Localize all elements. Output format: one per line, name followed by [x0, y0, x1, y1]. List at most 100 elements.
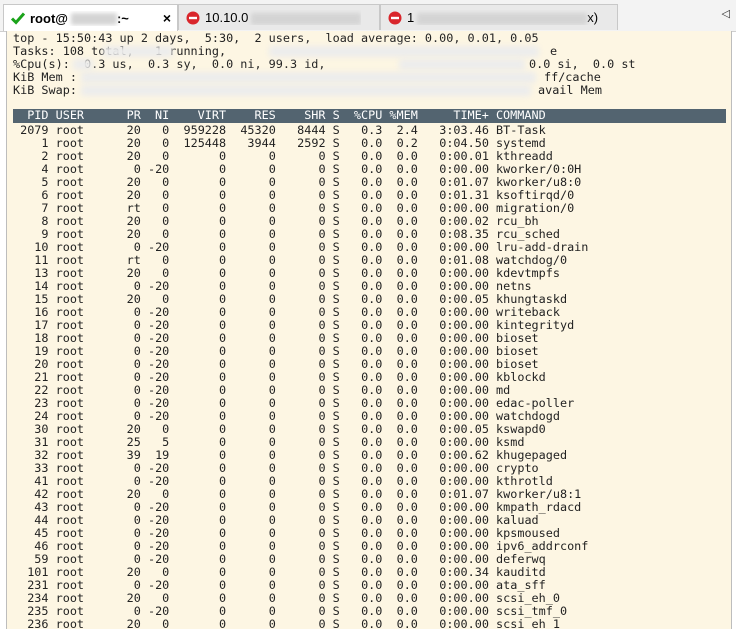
tab-scroll-left-icon[interactable]: ◁ [722, 7, 730, 20]
process-pid: 30 [13, 422, 49, 436]
process-cpu: 0.0 [339, 448, 383, 462]
process-pid: 46 [13, 539, 49, 553]
process-pr: 0 [112, 552, 141, 566]
process-cmd: kpsmoused [488, 526, 560, 540]
process-cmd: kdevtmpfs [488, 266, 560, 280]
process-mem: 0.0 [382, 539, 418, 553]
process-virt: 0 [169, 565, 227, 579]
process-s: S [325, 344, 340, 358]
process-shr: 0 [275, 331, 326, 345]
process-cpu: 0.0 [339, 578, 383, 592]
redaction [269, 46, 539, 57]
process-cpu: 0.0 [339, 565, 383, 579]
process-user: root [48, 188, 113, 202]
process-time: 0:00.00 [417, 409, 489, 423]
process-cpu: 0.0 [339, 422, 383, 436]
process-pr: rt [112, 253, 141, 267]
process-cpu: 0.0 [339, 500, 383, 514]
process-ni: 0 [140, 227, 170, 241]
process-ni: 0 [140, 422, 170, 436]
process-shr: 0 [275, 201, 326, 215]
process-user: root [48, 565, 113, 579]
process-res: 0 [226, 396, 276, 410]
process-ni: 0 [140, 292, 170, 306]
process-cmd: kintegrityd [488, 318, 575, 332]
process-virt: 0 [169, 149, 227, 163]
process-ni: 0 [140, 565, 170, 579]
process-s: S [325, 591, 340, 605]
process-pid: 24 [13, 409, 49, 423]
process-cmd: lru-add-drain [488, 240, 589, 254]
process-shr: 0 [275, 565, 326, 579]
process-ni: -20 [140, 409, 170, 423]
process-mem: 0.0 [382, 240, 418, 254]
process-virt: 0 [169, 292, 227, 306]
process-pid: 6 [13, 188, 49, 202]
process-s: S [325, 565, 340, 579]
process-virt: 0 [169, 422, 227, 436]
process-mem: 0.0 [382, 617, 418, 629]
process-user: root [48, 552, 113, 566]
process-cpu: 0.0 [339, 149, 383, 163]
process-s: S [325, 617, 340, 629]
process-ni: -20 [140, 279, 170, 293]
process-pr: 0 [112, 474, 141, 488]
process-user: root [48, 175, 113, 189]
process-res: 0 [226, 331, 276, 345]
process-mem: 0.0 [382, 500, 418, 514]
process-time: 0:00.00 [417, 370, 489, 384]
session-tab-1[interactable]: root@:~ × [3, 4, 178, 31]
process-s: S [325, 266, 340, 280]
process-ni: -20 [140, 305, 170, 319]
process-ni: -20 [140, 500, 170, 514]
process-mem: 0.0 [382, 578, 418, 592]
process-user: root [48, 266, 113, 280]
process-time: 0:00.00 [417, 591, 489, 605]
terminal-output[interactable]: top - 15:50:43 up 2 days, 5:30, 2 users,… [6, 31, 732, 629]
process-shr: 0 [275, 604, 326, 618]
process-ni: -20 [140, 513, 170, 527]
close-tab-icon[interactable]: × [163, 10, 171, 26]
process-s: S [325, 279, 340, 293]
process-pr: 20 [112, 214, 141, 228]
process-mem: 0.0 [382, 201, 418, 215]
process-mem: 0.0 [382, 383, 418, 397]
process-s: S [325, 396, 340, 410]
process-cmd: kthreadd [488, 149, 553, 163]
process-shr: 0 [275, 435, 326, 449]
process-res: 0 [226, 214, 276, 228]
process-cmd: crypto [488, 461, 539, 475]
process-time: 0:00.00 [417, 461, 489, 475]
process-cpu: 0.0 [339, 526, 383, 540]
no-entry-icon [387, 10, 403, 26]
process-s: S [325, 357, 340, 371]
process-s: S [325, 162, 340, 176]
process-time: 0:00.00 [417, 279, 489, 293]
session-tab-2[interactable]: 10.10.0 [178, 4, 380, 30]
process-res: 0 [226, 526, 276, 540]
process-res: 0 [226, 162, 276, 176]
summary-swap-line: KiB Swap: [13, 83, 77, 97]
process-shr: 0 [275, 305, 326, 319]
process-time: 0:00.00 [417, 162, 489, 176]
process-res: 0 [226, 565, 276, 579]
process-mem: 0.0 [382, 266, 418, 280]
process-mem: 0.0 [382, 305, 418, 319]
process-cmd: md [488, 383, 511, 397]
process-cmd: bioset [488, 357, 539, 371]
process-cpu: 0.0 [339, 240, 383, 254]
process-cpu: 0.0 [339, 253, 383, 267]
process-ni: 0 [140, 253, 170, 267]
process-user: root [48, 461, 113, 475]
process-ni: 0 [140, 617, 170, 629]
process-cmd: kblockd [488, 370, 546, 384]
session-tab-3[interactable]: 1 x) [380, 4, 618, 30]
process-pid: 231 [13, 578, 49, 592]
process-s: S [325, 578, 340, 592]
process-ni: -20 [140, 162, 170, 176]
process-table-header: PID USER PR NI VIRT RES SHR S %CPU %MEM … [13, 109, 726, 123]
process-mem: 0.0 [382, 331, 418, 345]
process-pr: rt [112, 201, 141, 215]
process-cmd: migration/0 [488, 201, 575, 215]
process-shr: 2592 [275, 136, 326, 150]
